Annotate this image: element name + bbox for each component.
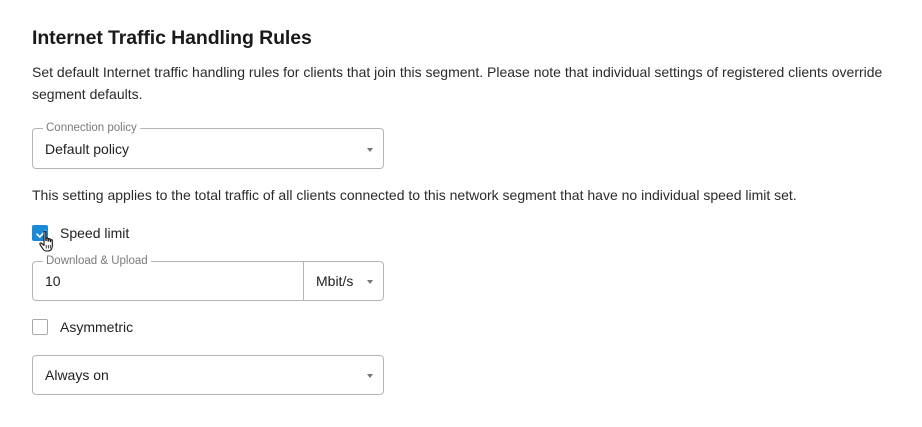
connection-policy-select[interactable]: Connection policy Default policy — [32, 121, 384, 169]
asymmetric-option: Asymmetric — [32, 319, 133, 335]
speed-limit-note: This setting applies to the total traffi… — [32, 187, 797, 203]
hand-pointer-icon — [39, 230, 53, 252]
internet-traffic-rules-panel: Internet Traffic Handling Rules Set defa… — [0, 0, 922, 427]
speed-unit-select[interactable]: Mbit/s — [316, 262, 353, 300]
chevron-down-icon — [367, 374, 373, 378]
section-title: Internet Traffic Handling Rules — [32, 27, 312, 49]
chevron-down-icon[interactable] — [367, 280, 373, 284]
chevron-down-icon — [367, 147, 373, 152]
download-upload-input[interactable]: 10 — [45, 262, 61, 300]
section-description: Set default Internet traffic handling ru… — [32, 64, 883, 102]
asymmetric-checkbox[interactable] — [32, 319, 48, 335]
schedule-value: Always on — [45, 367, 109, 383]
download-upload-field: Download & Upload 10 Mbit/s — [32, 254, 384, 301]
speed-limit-label[interactable]: Speed limit — [60, 225, 129, 241]
unit-divider — [303, 262, 304, 300]
connection-policy-value: Default policy — [45, 140, 130, 157]
asymmetric-label[interactable]: Asymmetric — [60, 319, 133, 335]
schedule-select[interactable]: Always on — [32, 355, 384, 395]
